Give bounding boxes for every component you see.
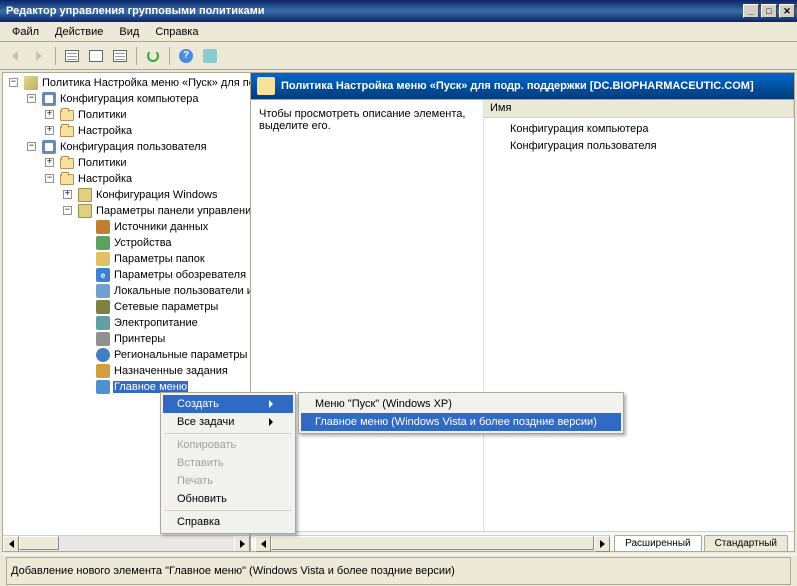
tree-comp-settings[interactable]: + Настройка: [5, 123, 248, 139]
tree-item-network[interactable]: Сетевые параметры: [5, 299, 248, 315]
ctx-paste[interactable]: Вставить: [163, 454, 293, 472]
tree-item-printers[interactable]: Принтеры: [5, 331, 248, 347]
startmenu-icon: [96, 380, 110, 394]
ctx-create[interactable]: Создать: [163, 395, 293, 413]
ctx-copy[interactable]: Копировать: [163, 436, 293, 454]
tree-hscroll[interactable]: [3, 535, 250, 551]
tabs: Расширенный Стандартный: [251, 531, 794, 551]
minimize-button[interactable]: _: [743, 4, 759, 18]
globe-icon: [96, 348, 110, 362]
create-submenu: Меню "Пуск" (Windows XP) Главное меню (W…: [298, 392, 624, 434]
power-icon: [96, 316, 110, 330]
list-row[interactable]: Конфигурация пользователя: [486, 137, 792, 154]
right-pane: Политика Настройка меню «Пуск» для подр.…: [251, 73, 794, 551]
menubar: Файл Действие Вид Справка: [0, 22, 797, 42]
folder-icon: [60, 110, 74, 121]
tree-item-local-users[interactable]: Локальные пользователи и: [5, 283, 248, 299]
ctx-refresh[interactable]: Обновить: [163, 490, 293, 508]
status-text: Добавление нового элемента "Главное меню…: [11, 565, 455, 577]
grid-icon: [65, 50, 79, 62]
prefs-icon: [78, 188, 92, 202]
right-header: Политика Настройка меню «Пуск» для подр.…: [251, 73, 794, 99]
list-icon: [89, 50, 103, 62]
tree-user-config[interactable]: − Конфигурация пользователя: [5, 139, 248, 155]
view-detail-button[interactable]: [109, 45, 131, 67]
ctx-help[interactable]: Справка: [163, 513, 293, 531]
view-grid-button[interactable]: [61, 45, 83, 67]
folder-icon: [60, 158, 74, 169]
tree-win-config[interactable]: + Конфигурация Windows: [5, 187, 248, 203]
tree-root[interactable]: − Политика Настройка меню «Пуск» для под: [5, 75, 248, 91]
printer-icon: [96, 332, 110, 346]
tree-item-regional[interactable]: Региональные параметры: [5, 347, 248, 363]
tree-item-datasources[interactable]: Источники данных: [5, 219, 248, 235]
titlebar: Редактор управления групповыми политикам…: [0, 0, 797, 22]
tree-item-power[interactable]: Электропитание: [5, 315, 248, 331]
tree-user-policies[interactable]: + Политики: [5, 155, 248, 171]
window-title: Редактор управления групповыми политикам…: [6, 5, 743, 17]
forward-button[interactable]: [28, 45, 50, 67]
tools-button[interactable]: [199, 45, 221, 67]
policy-icon: [24, 76, 38, 90]
right-hscroll[interactable]: [255, 535, 610, 551]
list-pane: Имя Конфигурация компьютера Конфигурация…: [483, 100, 794, 531]
ctx-print[interactable]: Печать: [163, 472, 293, 490]
submenu-vista[interactable]: Главное меню (Windows Vista и более позд…: [301, 413, 621, 431]
list-row[interactable]: Конфигурация компьютера: [486, 120, 792, 137]
submenu-xp[interactable]: Меню "Пуск" (Windows XP): [301, 395, 621, 413]
tree-ctrl-panel[interactable]: − Параметры панели управления: [5, 203, 248, 219]
tab-extended[interactable]: Расширенный: [614, 535, 701, 551]
view-list-button[interactable]: [85, 45, 107, 67]
ctx-all-tasks[interactable]: Все задачи: [163, 413, 293, 431]
list-label: Конфигурация пользователя: [510, 140, 657, 152]
arrow-left-icon: [12, 51, 18, 61]
list-col-name[interactable]: Имя: [484, 100, 794, 117]
tasks-icon: [96, 364, 110, 378]
folder-options-icon: [96, 252, 110, 266]
tree-comp-policies[interactable]: + Политики: [5, 107, 248, 123]
users-icon: [96, 284, 110, 298]
user-config-icon: [42, 140, 56, 154]
browser-icon: e: [96, 268, 110, 282]
description-text: Чтобы просмотреть описание элемента, выд…: [259, 108, 465, 132]
help-icon: ?: [179, 49, 193, 63]
maximize-button[interactable]: □: [761, 4, 777, 18]
devices-icon: [96, 236, 110, 250]
tree-comp-config[interactable]: − Конфигурация компьютера: [5, 91, 248, 107]
menu-action[interactable]: Действие: [47, 24, 111, 40]
toolbar: ?: [0, 42, 797, 70]
network-icon: [96, 300, 110, 314]
prefs-icon: [78, 204, 92, 218]
list-label: Конфигурация компьютера: [510, 123, 648, 135]
policy-icon: [257, 77, 275, 95]
detail-icon: [113, 50, 127, 62]
datasource-icon: [96, 220, 110, 234]
tools-icon: [203, 49, 217, 63]
folder-icon: [60, 126, 74, 137]
back-button[interactable]: [4, 45, 26, 67]
context-menu: Создать Все задачи Копировать Вставить П…: [160, 392, 296, 534]
chevron-right-icon: [269, 418, 273, 426]
tree-item-browser[interactable]: eПараметры обозревателя: [5, 267, 248, 283]
refresh-button[interactable]: [142, 45, 164, 67]
close-button[interactable]: ✕: [779, 4, 795, 18]
menu-file[interactable]: Файл: [4, 24, 47, 40]
tree-item-folders[interactable]: Параметры папок: [5, 251, 248, 267]
tree-item-tasks[interactable]: Назначенные задания: [5, 363, 248, 379]
right-header-title: Политика Настройка меню «Пуск» для подр.…: [281, 80, 754, 92]
menu-view[interactable]: Вид: [111, 24, 147, 40]
menu-help[interactable]: Справка: [147, 24, 206, 40]
tree-item-devices[interactable]: Устройства: [5, 235, 248, 251]
arrow-right-icon: [36, 51, 42, 61]
tree-user-settings[interactable]: − Настройка: [5, 171, 248, 187]
statusbar: Добавление нового элемента "Главное меню…: [0, 554, 797, 586]
computer-config-icon: [42, 92, 56, 106]
chevron-right-icon: [269, 400, 273, 408]
folder-icon: [60, 174, 74, 185]
tab-standard[interactable]: Стандартный: [704, 535, 788, 551]
help-button[interactable]: ?: [175, 45, 197, 67]
refresh-icon: [147, 50, 159, 62]
